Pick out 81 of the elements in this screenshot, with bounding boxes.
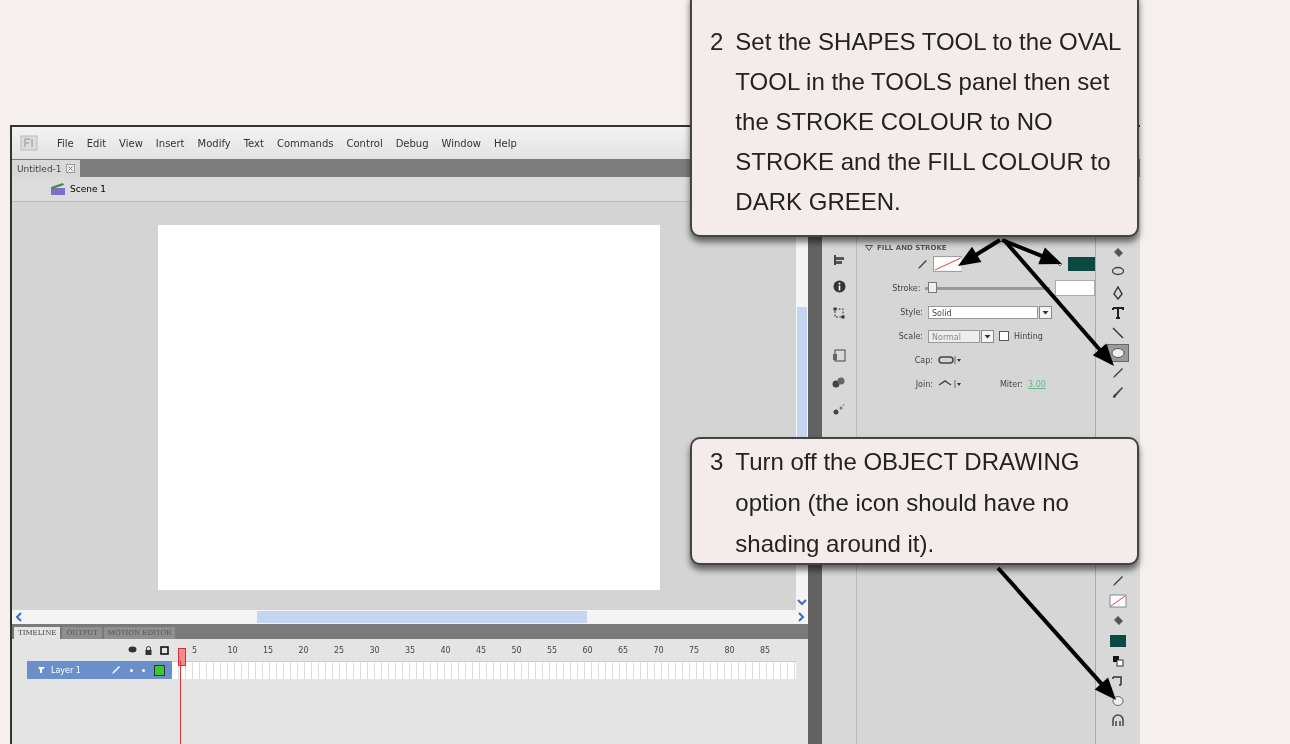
- frame-number: 20: [298, 645, 310, 655]
- menu-item[interactable]: View: [119, 137, 143, 149]
- components-icon[interactable]: [832, 376, 846, 389]
- visibility-dot[interactable]: [130, 668, 133, 672]
- frame-number: 30: [369, 645, 381, 655]
- property-label: Miter:: [998, 379, 1023, 389]
- scroll-right-icon[interactable]: [797, 612, 805, 622]
- clapperboard-icon: [50, 182, 66, 196]
- layer-icon: [37, 666, 46, 674]
- property-label: Stroke:: [891, 283, 921, 293]
- frame-number: 15: [263, 645, 275, 655]
- scroll-down-icon[interactable]: [797, 598, 807, 606]
- outline-icon[interactable]: [160, 645, 169, 655]
- style-dropdown[interactable]: Solid: [928, 305, 1038, 319]
- menu-item[interactable]: Debug: [395, 137, 429, 149]
- frame-number: 85: [760, 645, 772, 655]
- instruction-text: Set the SHAPES TOOL to the OVAL TOOL in the TOOLS panel then set the STROKE COLOUR to NO STROKE and the FILL COLOUR to DARK GREEN.: [735, 27, 1122, 217]
- menu-item[interactable]: Text: [243, 137, 264, 149]
- lock-icon[interactable]: [145, 645, 152, 655]
- scene-label[interactable]: Scene 1: [70, 184, 107, 194]
- step-number: 3: [709, 447, 724, 477]
- document-tab[interactable]: Untitled-1: [12, 160, 80, 177]
- outline-color-icon[interactable]: [154, 664, 165, 676]
- frame-number: 60: [582, 645, 594, 655]
- collapse-triangle-icon[interactable]: [865, 245, 873, 251]
- close-icon[interactable]: [65, 164, 75, 173]
- frame-number: 70: [653, 645, 665, 655]
- app-logo-icon: [20, 135, 38, 151]
- frame-number: 65: [618, 645, 630, 655]
- frame-number: 10: [227, 645, 239, 655]
- eye-icon[interactable]: [128, 645, 137, 653]
- tab-label: Untitled-1: [17, 163, 62, 174]
- scrollbar-thumb[interactable]: [797, 307, 807, 437]
- stroke-value-field[interactable]: [1054, 280, 1095, 296]
- align-icon[interactable]: [833, 254, 845, 266]
- frame-number: 35: [405, 645, 417, 655]
- property-label: Scale:: [897, 331, 923, 341]
- instruction-text: Turn off the OBJECT DRAWING option (the icon should have no shading around it).: [735, 447, 1081, 559]
- frame-number: 45: [476, 645, 488, 655]
- layer-name: Layer 1: [51, 665, 82, 675]
- lock-dot[interactable]: [142, 668, 145, 672]
- playhead-marker[interactable]: [178, 647, 186, 666]
- horizontal-scrollbar[interactable]: [12, 610, 808, 624]
- menu-item[interactable]: Commands: [276, 137, 334, 149]
- no-stroke-swatch[interactable]: [932, 256, 963, 272]
- hinting-checkbox[interactable]: [999, 331, 1009, 341]
- property-label: Style:: [899, 307, 923, 317]
- menu-item[interactable]: Help: [494, 137, 517, 149]
- property-label: Join:: [914, 379, 933, 389]
- frame-number: 25: [334, 645, 346, 655]
- scrollbar-track[interactable]: [796, 565, 808, 610]
- menu-item[interactable]: File: [57, 137, 74, 149]
- frame-number: 5: [192, 645, 199, 655]
- menu-item[interactable]: Modify: [197, 137, 231, 149]
- scrollbar-track[interactable]: [796, 237, 808, 437]
- menu-item[interactable]: Control: [346, 137, 383, 149]
- pencil-icon: [917, 258, 928, 270]
- info-icon[interactable]: [832, 280, 846, 293]
- motion-presets-icon[interactable]: [833, 403, 845, 415]
- frame-number: 40: [440, 645, 452, 655]
- scrollbar-thumb[interactable]: [257, 611, 587, 623]
- property-label: Cap:: [913, 355, 933, 365]
- transform-icon[interactable]: [833, 307, 845, 319]
- menu-item[interactable]: Edit: [86, 137, 107, 149]
- frame-number: 80: [724, 645, 736, 655]
- scroll-left-icon[interactable]: [15, 612, 23, 622]
- slider-thumb[interactable]: [927, 281, 937, 293]
- frame-number: 55: [547, 645, 559, 655]
- checkbox-label[interactable]: Hinting: [1014, 331, 1043, 341]
- frame-number: 50: [511, 645, 523, 655]
- stroke-swatch-tool-icon[interactable]: [1107, 592, 1129, 610]
- cap-style-icon[interactable]: [938, 355, 962, 365]
- fill-color-swatch[interactable]: [1068, 257, 1095, 271]
- fill-swatch-tool-icon[interactable]: [1107, 632, 1129, 650]
- library-icon[interactable]: [832, 349, 846, 362]
- step-number: 2: [709, 27, 724, 57]
- frame-number: 75: [689, 645, 701, 655]
- pencil-icon: [111, 665, 121, 675]
- join-style-icon[interactable]: [938, 379, 962, 389]
- menu-item[interactable]: Insert: [155, 137, 185, 149]
- menu-item[interactable]: Window: [441, 137, 481, 149]
